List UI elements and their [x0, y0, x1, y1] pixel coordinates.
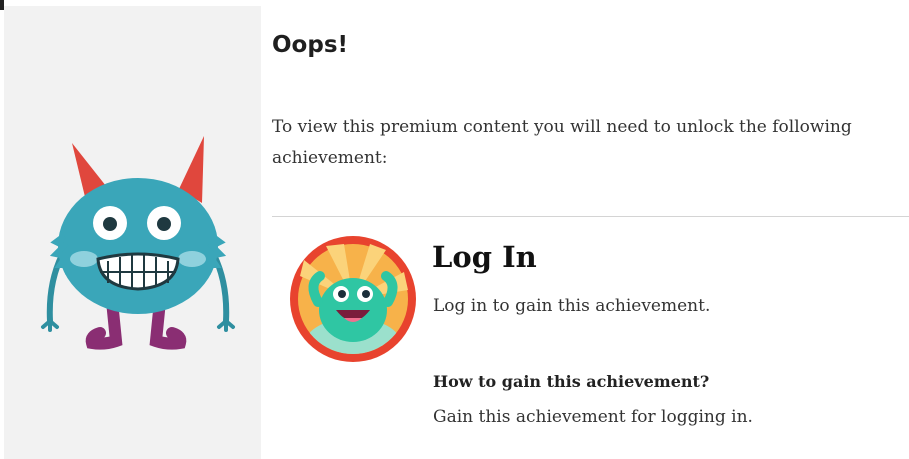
how-to-gain-heading: How to gain this achievement?	[433, 372, 710, 391]
paywall-page: Oops! To view this premium content you w…	[0, 0, 909, 459]
how-to-gain-text: Gain this achievement for logging in.	[433, 407, 753, 427]
achievement-title: Log In	[432, 240, 537, 274]
premium-message: To view this premium content you will ne…	[272, 117, 852, 168]
page-title: Oops!	[272, 32, 348, 58]
divider	[272, 216, 909, 217]
smiling-monster-badge-icon	[290, 236, 416, 362]
illustration-panel	[4, 6, 261, 459]
content-area: Oops! To view this premium content you w…	[272, 0, 909, 459]
achievement-description: Log in to gain this achievement.	[433, 296, 711, 316]
horned-monster-icon	[41, 136, 235, 350]
